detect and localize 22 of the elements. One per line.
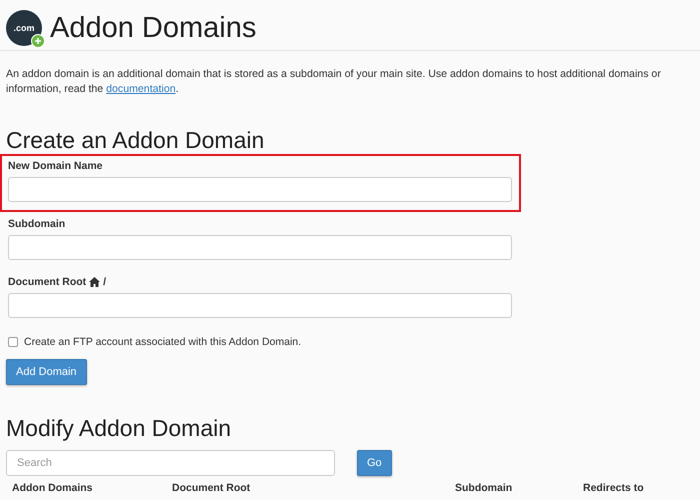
column-header[interactable]: Subdomain [455, 482, 583, 494]
field-label: Subdomain [8, 218, 66, 230]
section-heading: Create an Addon Domain [6, 127, 266, 154]
checkbox[interactable] [8, 337, 18, 347]
domain-logo-icon: .com [6, 10, 42, 46]
text-field[interactable] [8, 177, 512, 202]
go-button[interactable]: Go [357, 450, 392, 476]
checkbox-label: Create an FTP account associated with this Addon Domain. [24, 336, 302, 348]
column-header[interactable]: Addon Domains [12, 482, 172, 494]
add-domain-button[interactable]: Add Domain [6, 359, 87, 385]
text-field[interactable] [8, 293, 512, 318]
section-heading: Modify Addon Domain [6, 415, 232, 442]
column-header[interactable]: Document Root [172, 482, 455, 494]
search-field[interactable]: Search [6, 450, 335, 476]
field-label: Document Root [8, 276, 86, 288]
description-text: An addon domain is an additional domain that is stored as a subdomain of your main site. Use addon domains to host additional domains or information, read the documentation. [6, 67, 662, 97]
text-field[interactable] [8, 235, 512, 260]
column-header[interactable]: Redirects to [583, 482, 700, 494]
path-separator: / [103, 276, 106, 288]
documentation-link[interactable]: documentation [106, 83, 176, 95]
page-title: Addon Domains [50, 12, 256, 44]
field-label: New Domain Name [8, 160, 103, 172]
